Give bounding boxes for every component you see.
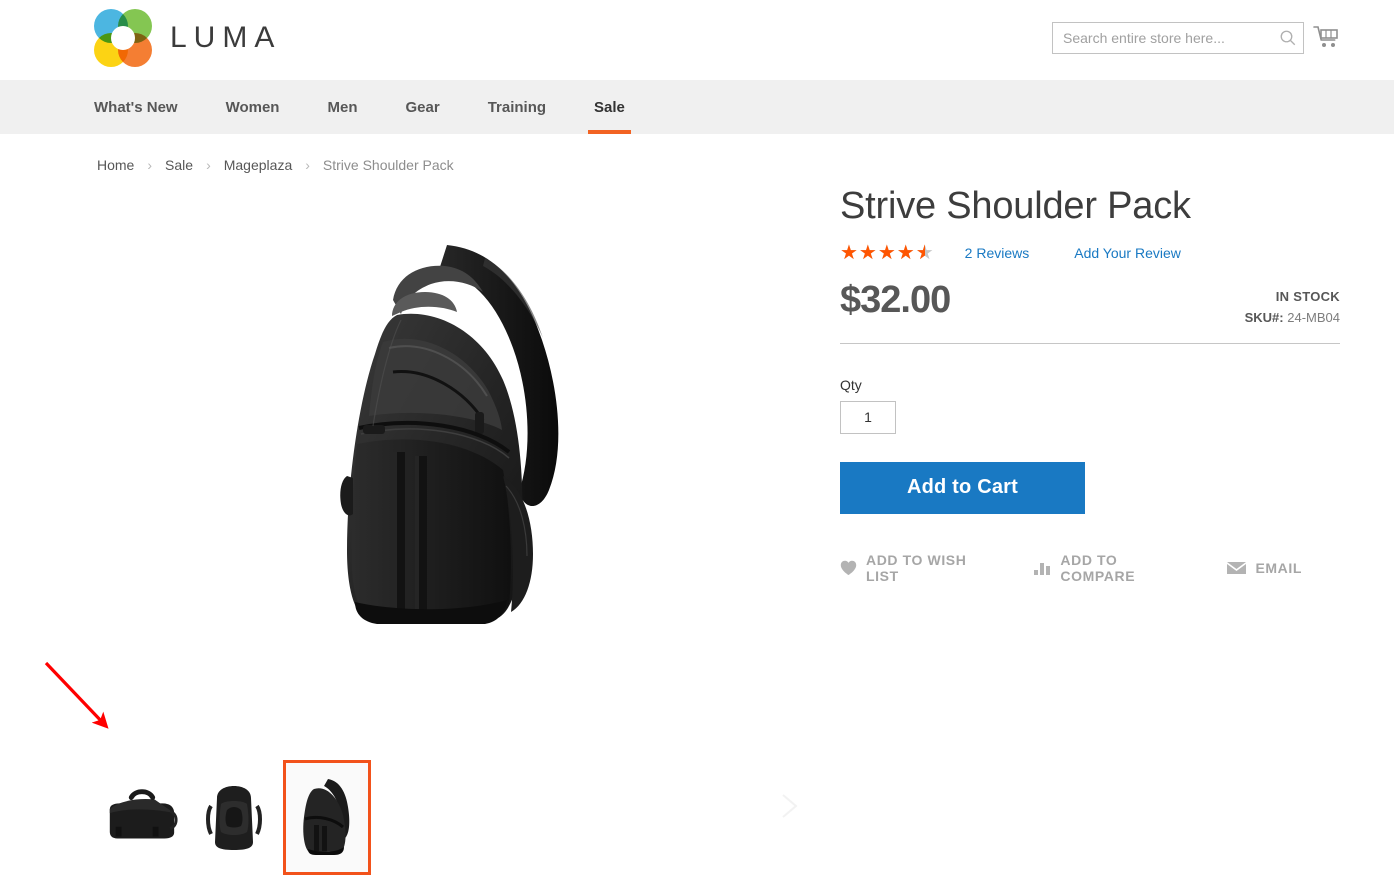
product-action-links: ADD TO WISH LIST ADD TO COMPARE EMAIL	[840, 552, 1340, 584]
breadcrumb-item-current: Strive Shoulder Pack	[322, 157, 454, 173]
nav-item-women[interactable]: Women	[212, 80, 294, 134]
thumbnail-2[interactable]	[283, 760, 371, 875]
logo[interactable]: LUMA	[94, 9, 281, 67]
status-badge: IN STOCK	[1275, 288, 1340, 304]
add-review-link[interactable]: Add Your Review	[1074, 245, 1181, 261]
envelope-icon	[1227, 561, 1247, 574]
breadcrumb-separator: ›	[147, 157, 153, 173]
site-header: LUMA	[0, 0, 1394, 80]
messenger-bag-thumb-icon	[109, 788, 178, 838]
breadcrumb-item-home[interactable]: Home	[97, 157, 134, 173]
sku-label: SKU#:	[1244, 309, 1284, 325]
product-info: Strive Shoulder Pack ★★★★★ ★★★★★ 2 Revie…	[840, 185, 1340, 584]
rating-row: ★★★★★ ★★★★★ 2 Reviews Add Your Review	[840, 241, 1340, 265]
nav-item-whats-new[interactable]: What's New	[80, 80, 192, 134]
shoulder-pack-thumb-icon	[303, 778, 350, 855]
email-label: EMAIL	[1255, 559, 1302, 576]
breadcrumb: Home › Sale › Mageplaza › Strive Shoulde…	[97, 157, 454, 173]
product-price: $32.00	[840, 278, 951, 321]
search-input[interactable]	[1052, 22, 1304, 54]
thumbnail-strip	[97, 760, 371, 875]
star-rating[interactable]: ★★★★★ ★★★★★	[840, 243, 935, 263]
heart-icon	[840, 560, 857, 575]
quantity-stepper[interactable]	[840, 400, 896, 434]
stars-filled: ★★★★★	[840, 242, 925, 263]
page-title: Strive Shoulder Pack	[840, 185, 1191, 227]
sku-row: SKU#: 24-MB04	[1245, 310, 1340, 325]
main-navigation: What's New Women Men Gear Training Sale	[0, 80, 1394, 134]
logo-text: LUMA	[170, 21, 282, 54]
add-to-cart-button[interactable]: Add to Cart	[840, 461, 1085, 514]
breadcrumb-separator: ›	[206, 157, 211, 173]
stock-block: IN STOCK SKU#: 24-MB04	[1245, 281, 1340, 325]
add-to-compare-label: ADD TO COMPARE	[1060, 551, 1136, 584]
reviews-link[interactable]: 2 Reviews	[965, 245, 1030, 261]
breadcrumb-separator: ›	[305, 157, 310, 173]
breadcrumb-item-mageplaza[interactable]: Mageplaza	[224, 157, 293, 173]
sku-value: 24-MB04	[1287, 309, 1340, 325]
nav-item-men[interactable]: Men	[313, 80, 371, 134]
thumbnail-1[interactable]	[190, 760, 278, 875]
backpack-thumb-icon	[206, 785, 262, 850]
add-to-wishlist-button[interactable]: ADD TO WISH LIST	[840, 552, 996, 584]
add-to-compare-button[interactable]: ADD TO COMPARE	[1034, 552, 1189, 584]
email-button[interactable]: EMAIL	[1227, 560, 1302, 576]
bar-chart-icon	[1034, 562, 1051, 575]
product-gallery	[97, 190, 798, 818]
nav-item-gear[interactable]: Gear	[391, 80, 453, 134]
gallery-next-arrow-icon[interactable]	[775, 790, 803, 822]
add-to-wishlist-label: ADD TO WISH LIST	[866, 551, 967, 584]
qty-label: Qty	[840, 376, 862, 393]
search-block	[1052, 22, 1304, 54]
nav-item-sale[interactable]: Sale	[580, 80, 639, 134]
thumbnail-0[interactable]	[97, 760, 185, 875]
shopping-cart-icon[interactable]	[1313, 25, 1341, 51]
product-page: LUMA What's New Women Men Gear Training …	[0, 0, 1394, 883]
nav-item-training[interactable]: Training	[474, 80, 560, 134]
main-product-image[interactable]	[97, 190, 797, 690]
breadcrumb-item-sale[interactable]: Sale	[165, 157, 193, 173]
product-photo	[340, 245, 559, 624]
price-row: $32.00 IN STOCK SKU#: 24-MB04	[840, 281, 1340, 344]
luma-ring-logo-icon	[94, 9, 152, 67]
